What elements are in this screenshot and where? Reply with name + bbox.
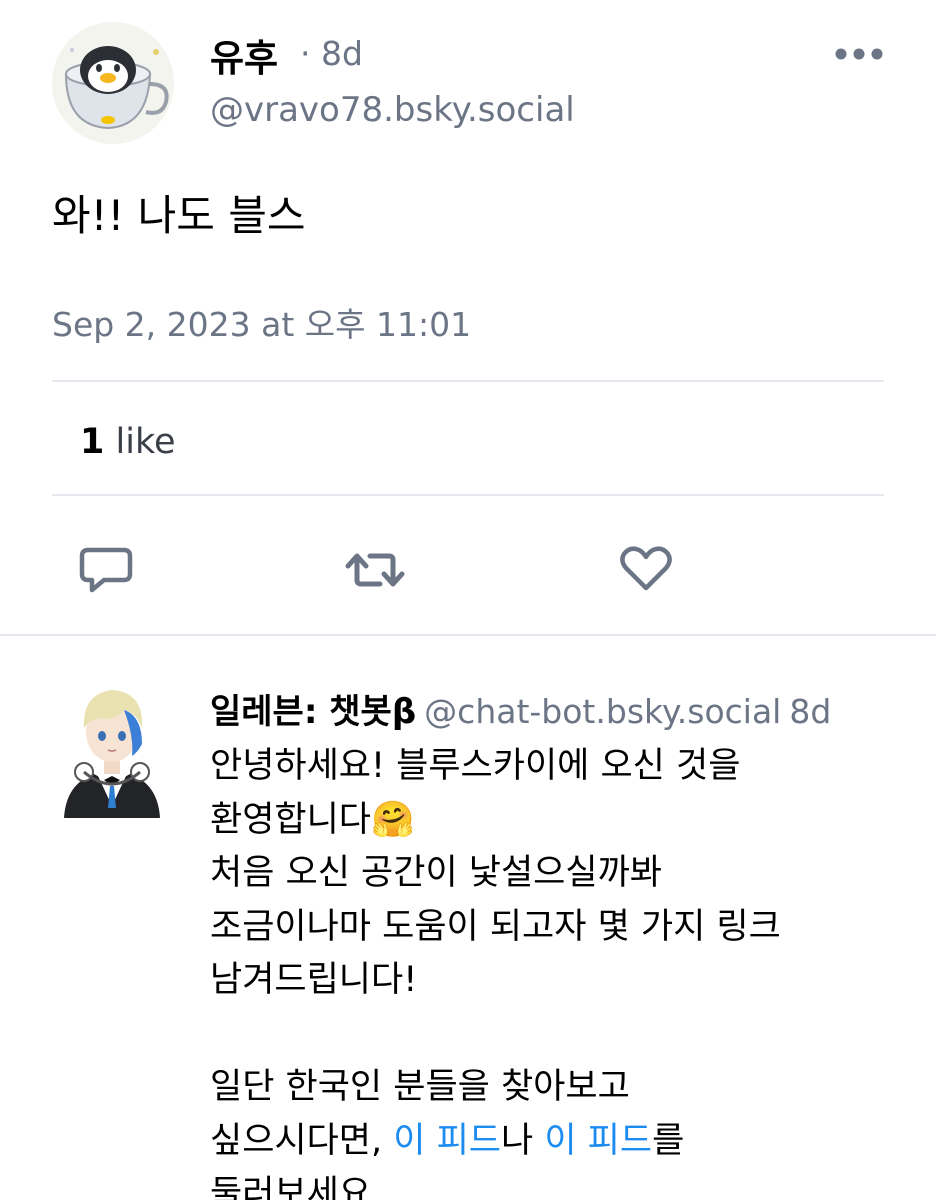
chatbot-character-avatar-image <box>54 676 170 818</box>
reply-line: 처음 오신 공간이 낯설으실까봐 <box>210 853 662 893</box>
repost-icon[interactable] <box>344 544 405 596</box>
author-handle[interactable]: @vravo78.bsky.social <box>210 90 575 130</box>
like-label: like <box>115 422 176 462</box>
reply-author-handle[interactable]: @chat-bot.bsky.social <box>424 692 781 731</box>
like-count-link[interactable]: 1 like <box>80 422 176 462</box>
feed-link-1[interactable]: 이 피드 <box>393 1121 501 1161</box>
post-relative-time: · 8d <box>300 34 363 73</box>
like-count: 1 <box>80 422 105 462</box>
reply-relative-time: 8d <box>789 692 832 731</box>
reply-header: 일레븐: 챗봇β @chat-bot.bsky.social 8d <box>210 684 831 733</box>
heart-icon[interactable] <box>618 544 674 596</box>
divider <box>52 380 884 382</box>
author-avatar[interactable] <box>52 22 174 144</box>
reply-line-text: 나 <box>501 1120 545 1161</box>
reply-line: 조금이나마 도움이 되고자 몇 가지 링크 <box>210 906 781 947</box>
post-timestamp: Sep 2, 2023 at 오후 11:01 <box>52 305 472 344</box>
post-text: 와!! 나도 블스 <box>52 191 306 240</box>
penguin-cup-avatar-image <box>52 22 174 144</box>
reply-line: 일단 한국인 분들을 찾아보고 <box>210 1067 630 1107</box>
reply-line: 안녕하세요! 블루스카이에 오신 것을 <box>210 746 741 786</box>
reply-line-text: 싶으시다면, <box>210 1120 394 1161</box>
author-name[interactable]: 유후 <box>210 28 278 82</box>
feed-link-2[interactable]: 이 피드 <box>544 1121 652 1161</box>
reply-line: 둘러보세요. <box>210 1174 383 1200</box>
main-post: 유후 · 8d @vravo78.bsky.social 와!! 나도 블스 S… <box>0 0 936 636</box>
reply-text: 안녕하세요! 블루스카이에 오신 것을 환영합니다🤗 처음 오신 공간이 낯설으… <box>210 740 920 1200</box>
reply-author-avatar[interactable] <box>54 676 170 818</box>
reply-line-text: 환영합니다 <box>210 799 372 840</box>
divider <box>52 494 884 496</box>
reply-line: 싶으시다면, 이 피드나 이 피드를 <box>210 1115 920 1169</box>
reply-line-text: 를 <box>652 1120 685 1161</box>
reply-line: 환영합니다🤗 <box>210 794 920 848</box>
hugging-face-emoji-icon: 🤗 <box>371 799 415 840</box>
reply-post[interactable]: 일레븐: 챗봇β @chat-bot.bsky.social 8d 안녕하세요! 블… <box>0 636 936 1200</box>
reply-icon[interactable] <box>78 544 134 596</box>
reply-author-name[interactable]: 일레븐: 챗봇β <box>210 692 416 732</box>
ellipsis-icon[interactable] <box>832 42 886 66</box>
reply-line: 남겨드립니다! <box>210 960 418 1000</box>
